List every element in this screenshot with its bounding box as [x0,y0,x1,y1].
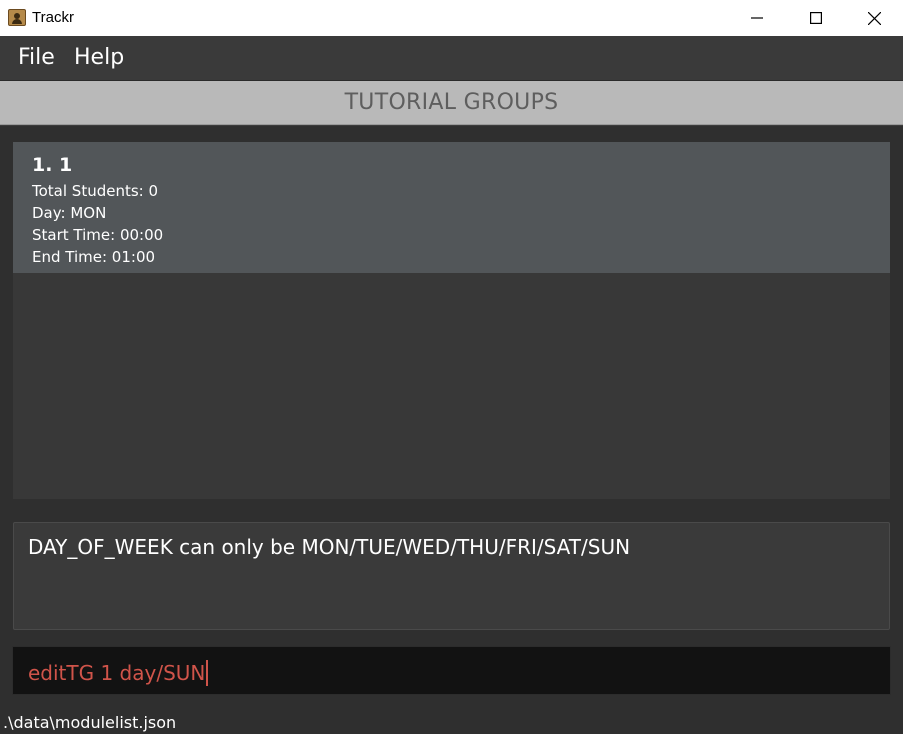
result-display[interactable]: DAY_OF_WEEK can only be MON/TUE/WED/THU/… [13,522,890,630]
minimize-icon [751,17,763,19]
tutorial-group-card[interactable]: 1. 1 Total Students: 0 Day: MON Start Ti… [13,142,890,273]
title-bar: Trackr [0,0,903,36]
section-header: TUTORIAL GROUPS [0,81,903,125]
group-day: Day: MON [32,204,107,222]
group-start-time: Start Time: 00:00 [32,226,164,244]
app-icon [8,9,26,26]
text-caret [206,660,209,686]
command-value: editTG 1 day/SUN [28,661,206,685]
group-total-students: Total Students: 0 [32,182,159,200]
group-title: 1. 1 [32,154,73,176]
close-button[interactable] [845,0,903,36]
group-end-time: End Time: 01:00 [32,248,156,266]
status-file-path: .\data\modulelist.json [3,713,177,732]
window-title: Trackr [32,9,74,26]
maximize-icon [810,12,822,24]
tutorial-group-list[interactable]: 1. 1 Total Students: 0 Day: MON Start Ti… [13,142,890,499]
section-title: TUTORIAL GROUPS [344,90,559,115]
menu-help[interactable]: Help [74,45,124,70]
menu-file[interactable]: File [18,45,55,70]
command-text[interactable]: editTG 1 day/SUN [28,660,209,686]
close-icon [867,11,881,25]
maximize-button[interactable] [787,0,845,36]
minimize-button[interactable] [728,0,786,36]
menu-bar: File Help [0,36,903,81]
result-message: DAY_OF_WEEK can only be MON/TUE/WED/THU/… [28,535,631,559]
command-input[interactable]: editTG 1 day/SUN [12,646,891,695]
status-bar: .\data\modulelist.json [0,708,903,734]
